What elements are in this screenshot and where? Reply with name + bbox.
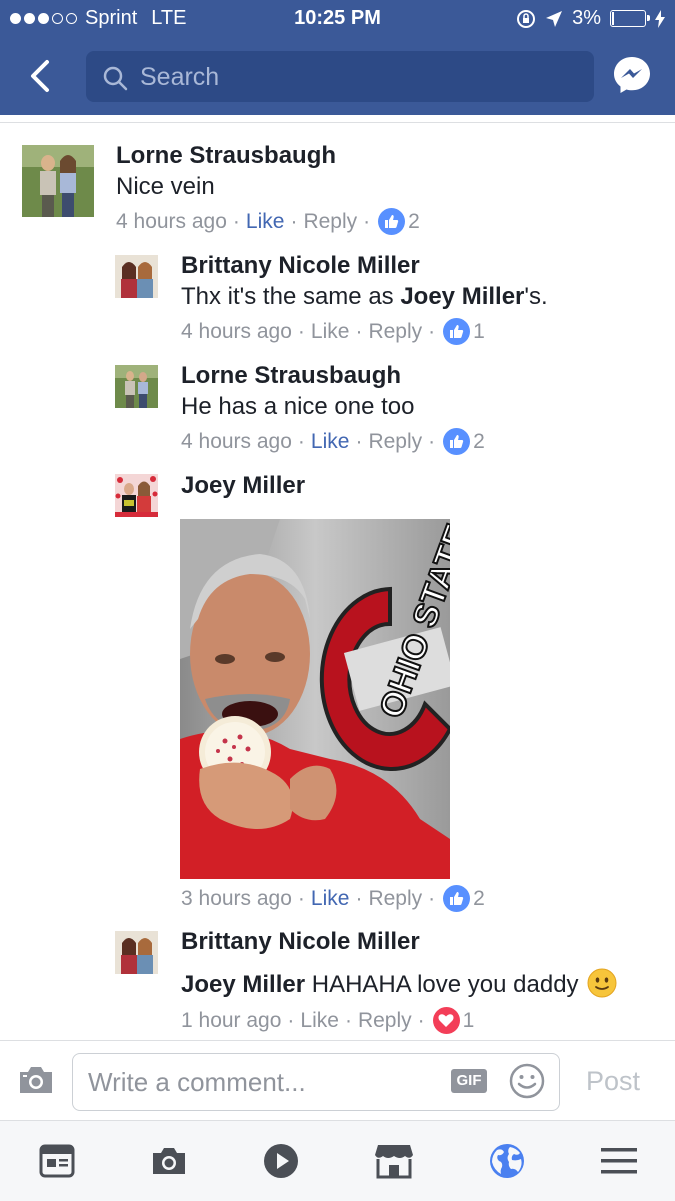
comment-meta: 4 hours ago · Like · Reply · 1 bbox=[181, 318, 485, 345]
thumbs-up-icon bbox=[443, 318, 471, 345]
avatar[interactable] bbox=[115, 474, 158, 517]
location-arrow-icon bbox=[546, 10, 563, 27]
avatar[interactable] bbox=[115, 931, 158, 974]
like-button[interactable]: Like bbox=[246, 210, 285, 234]
comment-author[interactable]: Brittany Nicole Miller bbox=[181, 928, 420, 956]
news-feed-icon bbox=[39, 1144, 75, 1178]
comment-meta: 3 hours ago · Like · Reply · 2 bbox=[181, 885, 485, 912]
tab-video[interactable] bbox=[261, 1141, 301, 1181]
comment-time[interactable]: 4 hours ago bbox=[181, 320, 292, 344]
comment-meta: 4 hours ago · Like · Reply · 2 bbox=[181, 428, 485, 455]
reaction-count[interactable]: 2 bbox=[378, 208, 420, 235]
battery-icon bbox=[610, 10, 650, 27]
like-button[interactable]: Like bbox=[311, 430, 350, 454]
hamburger-menu-icon bbox=[601, 1148, 637, 1174]
comment-text: He has a nice one too bbox=[181, 393, 415, 420]
reply-button[interactable]: Reply bbox=[368, 887, 422, 911]
smiley-emoji-icon bbox=[587, 968, 617, 998]
globe-icon bbox=[490, 1144, 524, 1178]
charging-icon bbox=[655, 9, 665, 28]
tab-news-feed[interactable] bbox=[37, 1141, 77, 1181]
video-icon bbox=[264, 1144, 298, 1178]
comment-meta: 1 hour ago · Like · Reply · 1 bbox=[181, 1007, 474, 1034]
reply-button[interactable]: Reply bbox=[303, 210, 357, 234]
reaction-count[interactable]: 1 bbox=[443, 318, 485, 345]
comment-author[interactable]: Brittany Nicole Miller bbox=[181, 252, 420, 280]
comment-author[interactable]: Lorne Strausbaugh bbox=[116, 142, 336, 170]
reaction-count[interactable]: 1 bbox=[432, 1007, 474, 1034]
comment-meta: 4 hours ago · Like · Reply · 2 bbox=[116, 208, 420, 235]
comment-input[interactable]: Write a comment... GIF bbox=[72, 1053, 560, 1111]
reply-button[interactable]: Reply bbox=[368, 430, 422, 454]
comment-photo[interactable]: OHIO STATE bbox=[180, 519, 450, 879]
like-button[interactable]: Like bbox=[311, 887, 350, 911]
comment-author[interactable]: Lorne Strausbaugh bbox=[181, 362, 401, 390]
tab-marketplace[interactable] bbox=[374, 1141, 414, 1181]
comment-time[interactable]: 3 hours ago bbox=[181, 887, 292, 911]
header-divider bbox=[0, 122, 675, 123]
reaction-count[interactable]: 2 bbox=[443, 885, 485, 912]
comment-time[interactable]: 1 hour ago bbox=[181, 1009, 281, 1033]
comment-placeholder: Write a comment... bbox=[88, 1067, 306, 1097]
avatar[interactable] bbox=[115, 365, 158, 408]
reply-button[interactable]: Reply bbox=[368, 320, 422, 344]
heart-icon bbox=[432, 1007, 460, 1034]
tab-camera[interactable] bbox=[149, 1141, 189, 1181]
thumbs-up-icon bbox=[378, 208, 406, 235]
comment-text: Joey Miller HAHAHA love you daddy bbox=[181, 968, 617, 999]
like-button[interactable]: Like bbox=[311, 320, 350, 344]
comment-time[interactable]: 4 hours ago bbox=[181, 430, 292, 454]
status-bar: Sprint LTE 10:25 PM 3% bbox=[0, 0, 675, 38]
comment-text: Thx it's the same as Joey Miller's. bbox=[181, 283, 548, 310]
comment-text: Nice vein bbox=[116, 173, 215, 200]
thumbs-up-icon bbox=[443, 428, 471, 455]
avatar[interactable] bbox=[115, 255, 158, 298]
reaction-count[interactable]: 2 bbox=[443, 428, 485, 455]
search-placeholder: Search bbox=[140, 63, 220, 91]
mention-link[interactable]: Joey Miller bbox=[181, 971, 305, 998]
marketplace-icon bbox=[375, 1145, 413, 1179]
camera-icon[interactable] bbox=[17, 1064, 55, 1096]
avatar[interactable] bbox=[22, 145, 94, 217]
bottom-tab-bar bbox=[0, 1120, 675, 1201]
top-header: Sprint LTE 10:25 PM 3% Search bbox=[0, 0, 675, 115]
comment-time[interactable]: 4 hours ago bbox=[116, 210, 227, 234]
like-button[interactable]: Like bbox=[300, 1009, 339, 1033]
sticker-icon[interactable] bbox=[509, 1063, 545, 1099]
comment-composer: Write a comment... GIF Post bbox=[0, 1040, 675, 1121]
comment-author[interactable]: Joey Miller bbox=[181, 472, 305, 500]
post-button[interactable]: Post bbox=[586, 1066, 640, 1097]
search-icon bbox=[103, 66, 128, 91]
rotation-lock-icon bbox=[517, 9, 536, 28]
thumbs-up-icon bbox=[443, 885, 471, 912]
camera-icon bbox=[153, 1148, 185, 1174]
tab-menu[interactable] bbox=[599, 1141, 639, 1181]
search-bar[interactable]: Search bbox=[86, 51, 594, 102]
messenger-icon[interactable] bbox=[612, 55, 652, 95]
mention-link[interactable]: Joey Miller bbox=[400, 283, 524, 310]
gif-button[interactable]: GIF bbox=[451, 1069, 487, 1093]
back-icon[interactable] bbox=[25, 58, 55, 94]
tab-notifications[interactable] bbox=[487, 1141, 527, 1181]
reply-button[interactable]: Reply bbox=[358, 1009, 412, 1033]
battery-percent: 3% bbox=[572, 7, 601, 29]
